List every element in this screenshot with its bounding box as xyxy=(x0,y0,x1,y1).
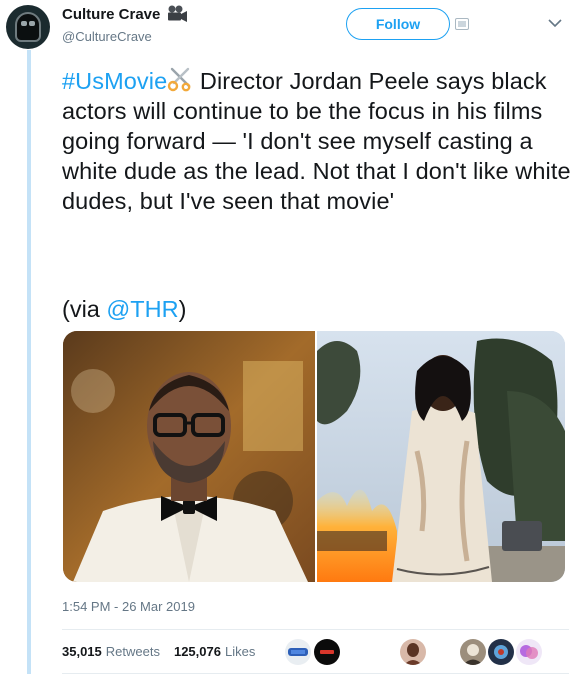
chevron-down-icon[interactable] xyxy=(548,18,562,28)
liker-avatar[interactable] xyxy=(400,639,426,665)
liker-avatar-image xyxy=(404,643,422,665)
avatar-helmet xyxy=(15,12,41,42)
liker-avatar-image xyxy=(463,644,483,665)
likes-stat[interactable]: 125,076 Likes xyxy=(174,644,255,659)
stats-divider xyxy=(62,629,569,630)
likes-label: Likes xyxy=(224,644,256,659)
liker-avatar[interactable] xyxy=(488,639,514,665)
liker-avatar-image xyxy=(494,645,508,659)
liker-avatar[interactable] xyxy=(516,639,542,665)
via-suffix: ) xyxy=(178,296,187,322)
photo-us-movie-still-illustration xyxy=(317,331,565,582)
display-name[interactable]: Culture Crave xyxy=(62,6,160,23)
photo-us-movie-still[interactable] xyxy=(317,331,565,582)
handle[interactable]: @CultureCrave xyxy=(62,29,152,44)
photo-jordan-peele-illustration xyxy=(63,331,315,582)
engagement-stats: 35,015 Retweets 125,076 Likes xyxy=(62,644,269,659)
tweet-timestamp[interactable]: 1:54 PM - 26 Mar 2019 xyxy=(62,599,195,614)
avatar[interactable] xyxy=(6,5,50,49)
liker-avatar[interactable] xyxy=(285,639,311,665)
liker-avatar-image xyxy=(520,645,538,659)
follow-button[interactable]: Follow xyxy=(346,8,450,40)
retweets-stat[interactable]: 35,015 Retweets xyxy=(62,644,160,659)
media-grid xyxy=(63,331,565,582)
avatar-eye xyxy=(21,21,27,26)
scissors-emoji-icon xyxy=(168,67,191,92)
thread-line xyxy=(27,50,31,674)
tweet-text: #UsMovie Director Jordan Peele says blac… xyxy=(62,66,572,216)
add-photo-icon[interactable] xyxy=(455,18,469,30)
via-line: (via @THR) xyxy=(62,294,186,324)
mention-link[interactable]: @THR xyxy=(106,296,178,322)
avatar-eye xyxy=(29,21,35,26)
retweets-count: 35,015 xyxy=(62,644,102,659)
photo-jordan-peele[interactable] xyxy=(63,331,315,582)
camera-emoji-icon xyxy=(168,5,188,22)
hashtag-link[interactable]: #UsMovie xyxy=(62,68,167,94)
likes-count: 125,076 xyxy=(173,644,221,659)
via-prefix: (via xyxy=(62,296,107,322)
retweets-label: Retweets xyxy=(105,644,160,659)
liker-avatar[interactable] xyxy=(314,639,340,665)
account-name-row[interactable]: Culture Crave xyxy=(62,5,188,23)
liker-avatar[interactable] xyxy=(460,639,486,665)
liker-avatar-image xyxy=(288,648,308,656)
liker-avatar-image xyxy=(320,650,334,654)
